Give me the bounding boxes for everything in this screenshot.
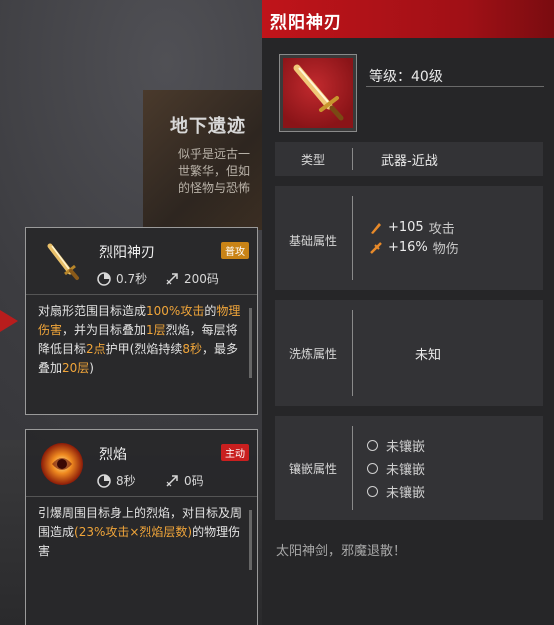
dungeon-title: 地下遗迹	[170, 116, 246, 137]
skill-name: 烈焰	[99, 447, 127, 463]
skill-range-value: 200码	[184, 272, 219, 286]
item-type-value: 武器-近战	[381, 154, 438, 169]
skill-cooldown: 8秒	[97, 472, 136, 489]
highlight-text: (23%攻击×烈焰层数)	[74, 525, 193, 539]
physical-damage-value: +16%	[388, 240, 428, 255]
highlight-text: 1层	[146, 323, 166, 337]
skill-description: 对扇形范围目标造成100%攻击的物理伤害，并为目标叠加1层烈焰，每层将降低目标2…	[38, 302, 248, 378]
socket-empty-icon	[367, 486, 378, 497]
row-separator	[352, 196, 353, 280]
description-text: )	[89, 361, 94, 375]
socket-slot-1[interactable]: 未镶嵌	[367, 436, 425, 455]
highlight-text: 2点	[86, 342, 106, 356]
skill-range-value: 0码	[184, 474, 204, 488]
sword-skill-icon	[47, 243, 79, 280]
item-base-attributes-row: 基础属性 +105 攻击 +16% 物伤	[275, 186, 543, 290]
physical-damage-suffix: 物伤	[432, 242, 459, 257]
attack-suffix: 攻击	[428, 222, 455, 237]
skill-description-scrollbar[interactable]	[249, 308, 252, 378]
item-type-label: 类型	[300, 153, 325, 167]
skill-cooldown-value: 0.7秒	[116, 272, 148, 286]
skill-range: 0码	[165, 472, 204, 489]
socket-empty-icon	[367, 440, 378, 451]
socket-status: 未镶嵌	[386, 463, 426, 478]
attack-value: +105	[388, 220, 424, 235]
skill-divider	[26, 294, 257, 295]
socket-attributes-label: 镶嵌属性	[288, 462, 337, 476]
skill-name: 烈阳神刃	[99, 245, 155, 261]
skill-description: 引爆周围目标身上的烈焰，对目标及周围造成(23%攻击×烈焰层数)的物理伤害	[38, 504, 248, 561]
skill-description-scrollbar[interactable]	[249, 510, 252, 570]
sword-item-icon	[293, 64, 344, 121]
item-icon-frame[interactable]	[279, 54, 357, 132]
description-text: 的	[204, 304, 217, 318]
refine-attributes-label: 洗炼属性	[288, 347, 337, 361]
level-divider	[366, 86, 544, 87]
item-flavor-text: 太阳神剑，邪魔退散！	[276, 544, 407, 559]
row-separator	[352, 426, 353, 510]
description-text: ，并为目标叠加	[62, 323, 147, 337]
skill-divider	[26, 496, 257, 497]
skill-panel-basic-attack: 烈阳神刃 普攻 0.7秒 200码 对扇形范围目标造成100%攻击的物理伤害，并…	[25, 227, 258, 415]
base-attributes-label: 基础属性	[288, 234, 337, 248]
socket-slot-2[interactable]: 未镶嵌	[367, 459, 425, 478]
skill-type-badge: 主动	[221, 444, 249, 461]
item-name: 烈阳神刃	[270, 13, 342, 33]
refine-value: 未知	[415, 348, 442, 363]
item-refine-row: 洗炼属性 未知	[275, 300, 543, 406]
socket-slot-3[interactable]: 未镶嵌	[367, 482, 425, 501]
highlight-text: 20层	[62, 361, 90, 375]
skill-cooldown-value: 8秒	[116, 474, 136, 488]
range-icon	[166, 474, 178, 487]
range-icon	[166, 272, 178, 285]
description-text: 对扇形范围目标造成	[38, 304, 147, 318]
cooldown-icon	[97, 271, 111, 286]
attribute-physical-damage: +16% 物伤	[369, 238, 459, 257]
item-socket-row: 镶嵌属性 未镶嵌 未镶嵌 未镶嵌	[275, 416, 543, 520]
item-type-row: 类型 武器-近战	[275, 142, 543, 176]
highlight-text: 100%攻击	[146, 304, 205, 318]
skill-cooldown: 0.7秒	[97, 270, 147, 287]
item-level: 等级：40级	[369, 69, 443, 85]
row-separator	[352, 148, 353, 170]
cooldown-icon	[97, 473, 111, 488]
dungeon-description: 似乎是远古一 世繁华，但如 的怪物与恐怖	[178, 147, 251, 195]
socket-status: 未镶嵌	[386, 486, 426, 501]
highlight-text: 8秒	[182, 342, 202, 356]
socket-empty-icon	[367, 463, 378, 474]
flame-skill-icon	[41, 443, 83, 485]
attribute-attack: +105 攻击	[369, 218, 455, 237]
description-text: 护甲(烈焰持续	[105, 342, 183, 356]
attack-icon	[371, 222, 381, 234]
socket-status: 未镶嵌	[386, 440, 426, 455]
row-separator	[352, 310, 353, 396]
skill-panel-active: 烈焰 主动 8秒 0码 引爆周围目标身上的烈焰，对目标及周围造成(23%攻击×烈…	[25, 429, 258, 625]
physical-damage-icon	[370, 241, 382, 254]
skill-type-badge: 普攻	[221, 242, 249, 259]
skill-range: 200码	[165, 270, 219, 287]
